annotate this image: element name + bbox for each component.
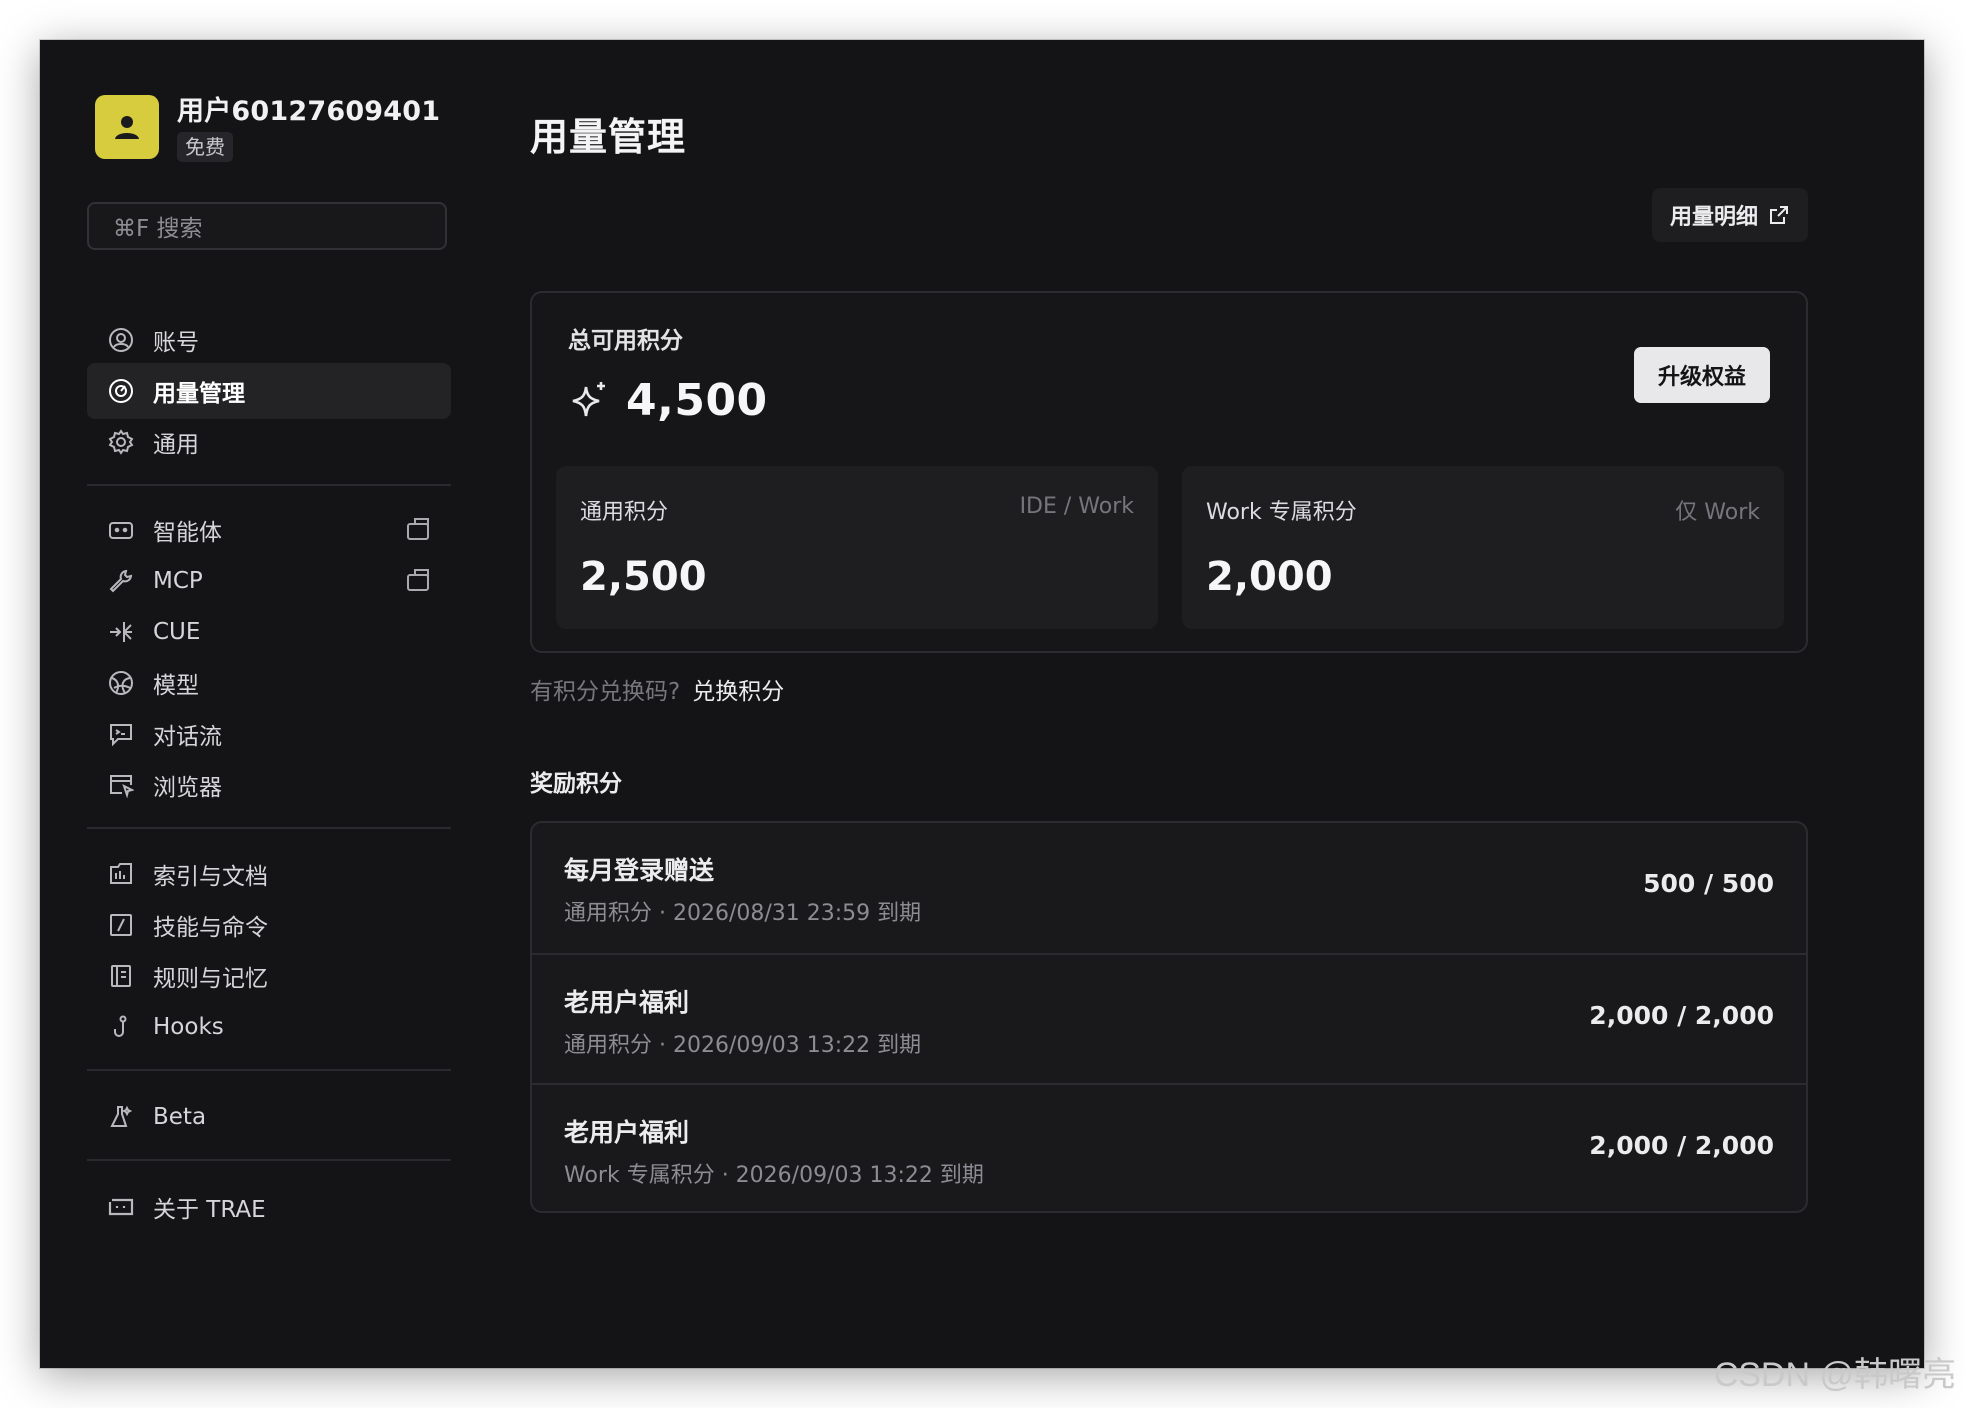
sidebar-item-hooks[interactable]: Hooks (87, 999, 451, 1055)
chat-terminal-icon (107, 720, 135, 748)
sidebar-item-label: 技能与命令 (153, 915, 268, 941)
plan-badge: 免费 (177, 132, 233, 162)
sidebar-item-label: Hooks (153, 1014, 224, 1040)
reward-meta: 通用积分 · 2026/08/31 23:59 到期 (564, 901, 922, 926)
external-link-icon (1770, 206, 1788, 224)
reward-name: 老用户福利 (564, 988, 690, 1017)
rewards-section-title: 奖励积分 (530, 771, 622, 797)
browser-icon (107, 771, 135, 799)
sidebar-item-label: 模型 (153, 673, 199, 699)
sidebar-item-mcp[interactable]: MCP (87, 553, 451, 609)
hook-icon (107, 1013, 135, 1041)
reward-meta: Work 专属积分 · 2026/09/03 13:22 到期 (564, 1163, 984, 1188)
sidebar-item-beta[interactable]: Beta (87, 1089, 451, 1145)
sidebar: 用户60127609401 免费 ⌘F 搜索 账号 用量管理 通用 智能体 MC… (40, 40, 510, 1368)
trae-logo-icon (107, 1193, 135, 1221)
redeem-row: 有积分兑换码? 兑换积分 (530, 672, 784, 706)
usage-detail-label: 用量明细 (1669, 205, 1758, 230)
sidebar-item-skills-commands[interactable]: 技能与命令 (87, 897, 451, 953)
total-credits-value: 4,500 (626, 375, 768, 426)
cue-icon (107, 618, 135, 646)
sidebar-divider (87, 1069, 451, 1071)
sidebar-item-label: 对话流 (153, 724, 222, 750)
work-credits-scope: 仅 Work (1675, 500, 1760, 525)
index-docs-icon (107, 860, 135, 888)
user-name: 用户60127609401 (177, 96, 441, 127)
sidebar-item-dialog-flow[interactable]: 对话流 (87, 706, 451, 762)
reward-amount: 2,000 / 2,000 (1589, 1131, 1774, 1160)
sidebar-item-usage[interactable]: 用量管理 (87, 363, 451, 419)
sidebar-item-label: 关于 TRAE (153, 1197, 266, 1223)
reward-name: 老用户福利 (564, 1118, 690, 1147)
gauge-icon (107, 377, 135, 405)
general-credits-value: 2,500 (580, 554, 707, 600)
sidebar-item-cue[interactable]: CUE (87, 604, 451, 660)
total-credits-card: 总可用积分 4,500 升级权益 通用积分 IDE / Work 2,500 W… (530, 291, 1808, 653)
sidebar-item-rules-memory[interactable]: 规则与记忆 (87, 948, 451, 1004)
watermark: CSDN @韩曙亮 (1713, 1356, 1956, 1394)
search-input[interactable]: ⌘F 搜索 (87, 202, 447, 250)
robot-icon (107, 516, 135, 544)
external-window-icon[interactable] (405, 567, 433, 595)
work-credits-value: 2,000 (1206, 554, 1333, 600)
sidebar-item-label: MCP (153, 568, 203, 594)
gear-icon (107, 428, 135, 456)
sidebar-item-label: Beta (153, 1104, 207, 1130)
list-item: 老用户福利 通用积分 · 2026/09/03 13:22 到期 2,000 /… (532, 953, 1806, 1083)
sidebar-item-index-docs[interactable]: 索引与文档 (87, 846, 451, 902)
user-avatar-icon (115, 116, 139, 139)
settings-window: 用户60127609401 免费 ⌘F 搜索 账号 用量管理 通用 智能体 MC… (40, 40, 1924, 1368)
reward-amount: 2,000 / 2,000 (1589, 1001, 1774, 1030)
rules-book-icon (107, 962, 135, 990)
sidebar-item-label: 智能体 (153, 520, 222, 546)
sidebar-item-browser[interactable]: 浏览器 (87, 757, 451, 813)
reward-meta: 通用积分 · 2026/09/03 13:22 到期 (564, 1033, 922, 1058)
avatar[interactable] (95, 95, 159, 159)
redeem-credits-link[interactable]: 兑换积分 (692, 672, 784, 706)
sparkle-icon (572, 381, 605, 416)
slash-command-icon (107, 911, 135, 939)
sidebar-item-label: 通用 (153, 432, 199, 458)
sidebar-item-label: 规则与记忆 (153, 966, 268, 992)
wrench-icon (107, 567, 135, 595)
work-credits-label: Work 专属积分 (1206, 500, 1357, 525)
sidebar-item-about[interactable]: 关于 TRAE (87, 1179, 451, 1235)
general-credits-scope: IDE / Work (1019, 494, 1134, 519)
usage-detail-button[interactable]: 用量明细 (1652, 188, 1808, 242)
reward-amount: 500 / 500 (1643, 869, 1774, 898)
sidebar-item-label: CUE (153, 619, 201, 645)
account-icon (107, 326, 135, 354)
sidebar-divider (87, 1159, 451, 1161)
list-item: 每月登录赠送 通用积分 · 2026/08/31 23:59 到期 500 / … (532, 823, 1806, 953)
sidebar-item-label: 用量管理 (153, 381, 245, 407)
reward-name: 每月登录赠送 (564, 856, 715, 885)
sidebar-item-agents[interactable]: 智能体 (87, 502, 451, 558)
sidebar-item-models[interactable]: 模型 (87, 655, 451, 711)
general-credits-label: 通用积分 (580, 500, 669, 525)
globe-model-icon (107, 669, 135, 697)
sidebar-divider (87, 484, 451, 486)
work-credits-card: Work 专属积分 仅 Work 2,000 (1182, 466, 1784, 629)
external-window-icon[interactable] (405, 516, 433, 544)
sidebar-item-label: 账号 (153, 330, 199, 356)
page-title: 用量管理 (530, 115, 687, 159)
user-profile[interactable]: 用户60127609401 免费 (95, 95, 440, 162)
general-credits-card: 通用积分 IDE / Work 2,500 (556, 466, 1158, 629)
rewards-list: 每月登录赠送 通用积分 · 2026/08/31 23:59 到期 500 / … (530, 821, 1808, 1213)
redeem-question: 有积分兑换码? (530, 679, 681, 705)
list-item: 老用户福利 Work 专属积分 · 2026/09/03 13:22 到期 2,… (532, 1083, 1806, 1211)
sidebar-item-label: 浏览器 (153, 775, 222, 801)
sidebar-item-general[interactable]: 通用 (87, 414, 451, 470)
total-credits-label: 总可用积分 (568, 328, 683, 354)
flask-icon (107, 1103, 135, 1131)
sidebar-item-label: 索引与文档 (153, 864, 268, 890)
sidebar-divider (87, 827, 451, 829)
upgrade-button[interactable]: 升级权益 (1634, 347, 1770, 403)
sidebar-item-account[interactable]: 账号 (87, 312, 451, 368)
